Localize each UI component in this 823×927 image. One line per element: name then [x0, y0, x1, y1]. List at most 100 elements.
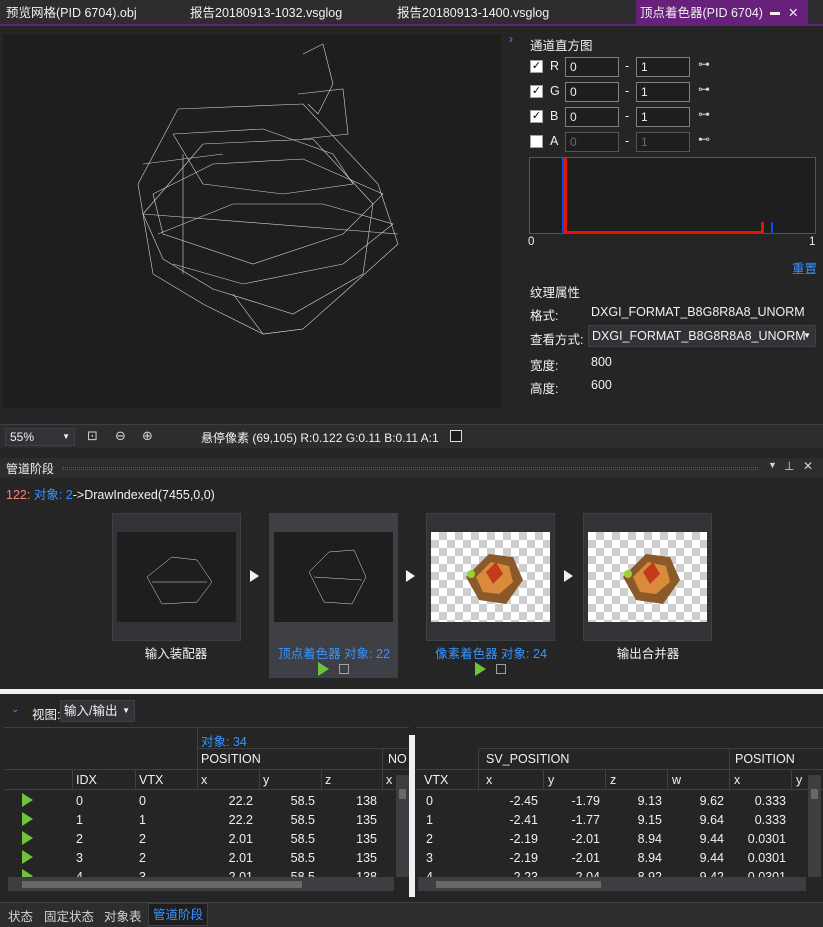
view-as-label: 查看方式:	[530, 333, 584, 347]
texture-properties-title: 纹理属性	[530, 286, 581, 300]
close-icon[interactable]: ✕	[788, 0, 798, 26]
cell-vtx: 0	[139, 794, 146, 808]
cell-y: -2.01	[571, 851, 601, 865]
bottom-tab-bar: 状态 固定状态 对象表 管道阶段	[0, 902, 823, 927]
channel-g-checkbox[interactable]: ✓	[530, 85, 543, 98]
channel-b-max-input[interactable]: 1	[636, 107, 690, 127]
cell-x: 2.01	[228, 851, 253, 865]
range-dash: -	[625, 134, 630, 148]
column-header[interactable]: VTX	[139, 773, 163, 787]
stage-input-assembler[interactable]	[112, 513, 241, 641]
tab-state[interactable]: 状态	[8, 906, 33, 925]
stage-thumbnail	[588, 532, 707, 622]
column-header[interactable]: y	[796, 773, 802, 787]
draw-call-object-link[interactable]: 对象: 2	[34, 488, 73, 502]
vertical-scrollbar[interactable]	[396, 775, 409, 877]
stop-icon[interactable]	[339, 664, 349, 674]
cell-y: -2.01	[571, 832, 601, 846]
column-header[interactable]: x	[386, 773, 392, 787]
pin-icon[interactable]: ▬	[770, 0, 780, 26]
tab-frozen-state[interactable]: 固定状态	[44, 906, 94, 925]
tab-vertex-shader[interactable]: 顶点着色器(PID 6704) ▬ ✕	[636, 0, 808, 26]
cell-z: 138	[356, 794, 377, 808]
table-splitter[interactable]	[409, 735, 415, 897]
pin-icon[interactable]: ⊥	[784, 459, 794, 473]
column-group-sv-position: SV_POSITION	[486, 752, 570, 766]
tab-report-1032[interactable]: 报告20180913-1032.vsglog	[190, 0, 342, 26]
height-value: 600	[591, 378, 612, 392]
cell-z: 135	[356, 832, 377, 846]
stage-pixel-shader[interactable]	[426, 513, 555, 641]
zoom-in-icon[interactable]: ⊕	[142, 428, 153, 444]
dropdown-icon[interactable]: ▼	[768, 460, 777, 470]
tab-object-table[interactable]: 对象表	[104, 906, 142, 925]
debug-play-icon[interactable]	[22, 850, 33, 864]
channel-a-max-input: 1	[636, 132, 690, 152]
histogram-title: 通道直方图	[530, 39, 593, 53]
column-header[interactable]: z	[610, 773, 616, 787]
panel-splitter[interactable]	[0, 689, 823, 694]
cell-vtx: 2	[139, 851, 146, 865]
close-icon[interactable]: ✕	[803, 459, 813, 473]
channel-g-max-input[interactable]: 1	[636, 82, 690, 102]
histogram-red-baseline	[566, 231, 762, 234]
channel-b-checkbox[interactable]: ✓	[530, 110, 543, 123]
play-icon[interactable]	[318, 662, 329, 676]
horizontal-scrollbar[interactable]	[8, 877, 394, 891]
reset-link[interactable]: 重置	[792, 258, 817, 277]
cell-pos-x: 0.333	[754, 813, 786, 827]
channel-g-label: G	[550, 84, 560, 98]
column-header[interactable]: y	[548, 773, 554, 787]
link-icon[interactable]: ⊶	[698, 107, 710, 121]
channel-r-checkbox[interactable]: ✓	[530, 60, 543, 73]
zoom-fit-icon[interactable]: ⊡	[87, 428, 98, 444]
channel-a-checkbox[interactable]	[530, 135, 543, 148]
cell-vtx: 3	[426, 851, 433, 865]
column-header[interactable]: z	[325, 773, 331, 787]
cell-y: 58.5	[290, 832, 315, 846]
mesh-viewport[interactable]	[3, 34, 501, 408]
stage-output-merger[interactable]	[583, 513, 712, 641]
link-icon[interactable]: ⊶	[698, 82, 710, 96]
debug-play-icon[interactable]	[22, 831, 33, 845]
column-header[interactable]: IDX	[76, 773, 97, 787]
column-header[interactable]: y	[263, 773, 269, 787]
debug-play-icon[interactable]	[22, 793, 33, 807]
play-icon[interactable]	[475, 662, 486, 676]
column-header[interactable]: w	[672, 773, 681, 787]
histogram-red-tail	[761, 222, 764, 234]
link-icon[interactable]: ⊶	[698, 57, 710, 71]
zoom-dropdown[interactable]: 55% ▼	[5, 428, 75, 446]
column-header[interactable]: VTX	[424, 773, 448, 787]
unlink-icon[interactable]: ⊷	[698, 132, 710, 146]
output-table: SV_POSITION POSITION VTX x y z w x y 0 -…	[416, 727, 823, 895]
stage-label: 顶点着色器 对象: 22	[278, 647, 390, 661]
debug-play-icon[interactable]	[22, 812, 33, 826]
range-dash: -	[625, 59, 630, 73]
column-group-position: POSITION	[735, 752, 795, 766]
tab-preview-mesh[interactable]: 预览网格(PID 6704).obj	[6, 0, 137, 26]
horizontal-scrollbar[interactable]	[418, 877, 806, 891]
channel-b-min-input[interactable]: 0	[565, 107, 619, 127]
cell-y: -1.77	[571, 813, 601, 827]
collapse-chevron-icon[interactable]: ⌄	[11, 704, 19, 715]
viewer-status-bar: 55% ▼ ⊡ ⊖ ⊕ 悬停像素 (69,105) R:0.122 G:0.11…	[0, 424, 823, 448]
tab-pipeline-stages[interactable]: 管道阶段	[148, 903, 209, 926]
cell-z: 9.13	[637, 794, 662, 808]
tab-report-1400[interactable]: 报告20180913-1400.vsglog	[397, 0, 549, 26]
channel-r-max-input[interactable]: 1	[636, 57, 690, 77]
io-view-dropdown[interactable]: 输入/输出 ▼	[60, 700, 135, 722]
wireframe-model	[137, 43, 399, 335]
document-tab-bar: 预览网格(PID 6704).obj 报告20180913-1032.vsglo…	[0, 0, 823, 26]
column-header[interactable]: x	[734, 773, 740, 787]
zoom-out-icon[interactable]: ⊖	[115, 428, 126, 444]
cell-x: 2.01	[228, 832, 253, 846]
collapse-chevron-icon[interactable]: ›	[509, 32, 513, 46]
column-header[interactable]: x	[486, 773, 492, 787]
channel-g-min-input[interactable]: 0	[565, 82, 619, 102]
channel-r-min-input[interactable]: 0	[565, 57, 619, 77]
stop-icon[interactable]	[496, 664, 506, 674]
view-as-dropdown[interactable]: DXGI_FORMAT_B8G8R8A8_UNORM ▼	[588, 325, 816, 347]
vertical-scrollbar[interactable]	[808, 775, 821, 877]
column-header[interactable]: x	[201, 773, 207, 787]
